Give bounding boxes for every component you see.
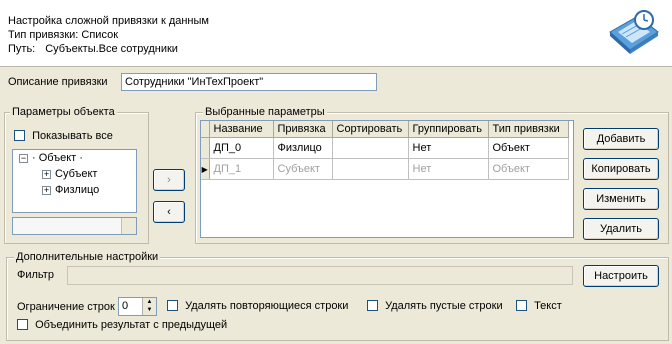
header-panel: Настройка сложной привязки к данным Тип … [0,0,672,67]
params-table: Название Привязка Сортировать Группирова… [201,121,569,180]
remove-duplicates-checkbox[interactable]: Удалять повторяющиеся строки [167,300,348,312]
add-button[interactable]: Добавить [583,128,659,150]
dialog-title: Настройка сложной привязки к данным [8,15,209,27]
remove-empty-checkbox[interactable]: Удалять пустые строки [367,300,503,312]
table-header-row: Название Привязка Сортировать Группирова… [201,121,569,138]
add-to-selection-button[interactable]: › [153,169,185,191]
description-label: Описание привязки [8,76,108,88]
row-limit-stepper[interactable]: 0 ▲ ▼ [118,297,157,316]
table-cell[interactable]: Нет [408,158,489,180]
object-params-legend: Параметры объекта [10,106,117,118]
table-cell[interactable]: Субъект [273,158,333,180]
table-cell[interactable]: ДП_0 [209,137,274,159]
show-all-label: Показывать все [32,130,113,142]
row-limit-label: Ограничение строк [17,301,115,313]
current-row-icon: ▶ [201,158,210,180]
column-header[interactable]: Сортировать [332,121,409,138]
expand-icon[interactable]: + [42,170,51,179]
selected-params-legend: Выбранные параметры [203,106,327,118]
table-cell[interactable]: Физлицо [273,137,333,159]
configure-filter-button[interactable]: Настроить [583,265,659,287]
spinner-icon[interactable] [121,218,136,234]
table-cell[interactable]: ДП_1 [209,158,274,180]
edit-button[interactable]: Изменить [583,188,659,210]
row-indicator-header [201,121,210,138]
copy-button[interactable]: Копировать [583,158,659,180]
merge-result-checkbox[interactable]: Объединить результат с предыдущей [17,319,227,331]
table-row[interactable]: ▶ ДП_1 Субъект Нет Объект [201,158,569,180]
extra-settings-legend: Дополнительные настройки [14,251,161,263]
remove-from-selection-button[interactable]: ‹ [153,201,185,223]
params-grid[interactable]: Название Привязка Сортировать Группирова… [200,120,574,238]
binding-type: Тип привязки: Список [8,29,118,41]
delete-button[interactable]: Удалить [583,218,659,240]
tree-search-field[interactable] [12,217,137,235]
description-input[interactable]: Сотрудники "ИнТехПроект" [121,73,377,91]
object-tree[interactable]: − · Объект · + Субъект + Физлицо [12,149,137,213]
path-line: Путь: Субъекты.Все сотрудники [8,43,178,56]
tree-node-person[interactable]: Физлицо [55,184,99,197]
show-all-checkbox[interactable]: Показывать все [14,130,113,142]
table-cell[interactable]: Нет [408,137,489,159]
expand-icon[interactable]: + [42,186,51,195]
column-header[interactable]: Тип привязки [488,121,569,138]
collapse-icon[interactable]: − [19,154,28,163]
column-header[interactable]: Название [209,121,274,138]
tree-node-root[interactable]: · Объект · [32,152,83,165]
row-limit-value: 0 [122,300,129,312]
text-checkbox[interactable]: Текст [516,300,562,312]
binding-wizard-icon [609,10,659,54]
table-cell[interactable]: Объект [488,137,569,159]
filter-label: Фильтр [17,269,54,281]
column-header[interactable]: Группировать [408,121,489,138]
table-cell[interactable] [332,137,409,159]
spinner-icon[interactable]: ▲ ▼ [142,298,156,315]
column-header[interactable]: Привязка [273,121,333,138]
path-value: Субъекты.Все сотрудники [45,43,178,55]
table-cell[interactable]: Объект [488,158,569,180]
filter-field[interactable] [67,266,573,285]
table-row[interactable]: ДП_0 Физлицо Нет Объект [201,137,569,159]
table-cell[interactable] [332,158,409,180]
tree-node-subject[interactable]: Субъект [55,168,97,181]
path-label: Путь: [8,43,36,55]
